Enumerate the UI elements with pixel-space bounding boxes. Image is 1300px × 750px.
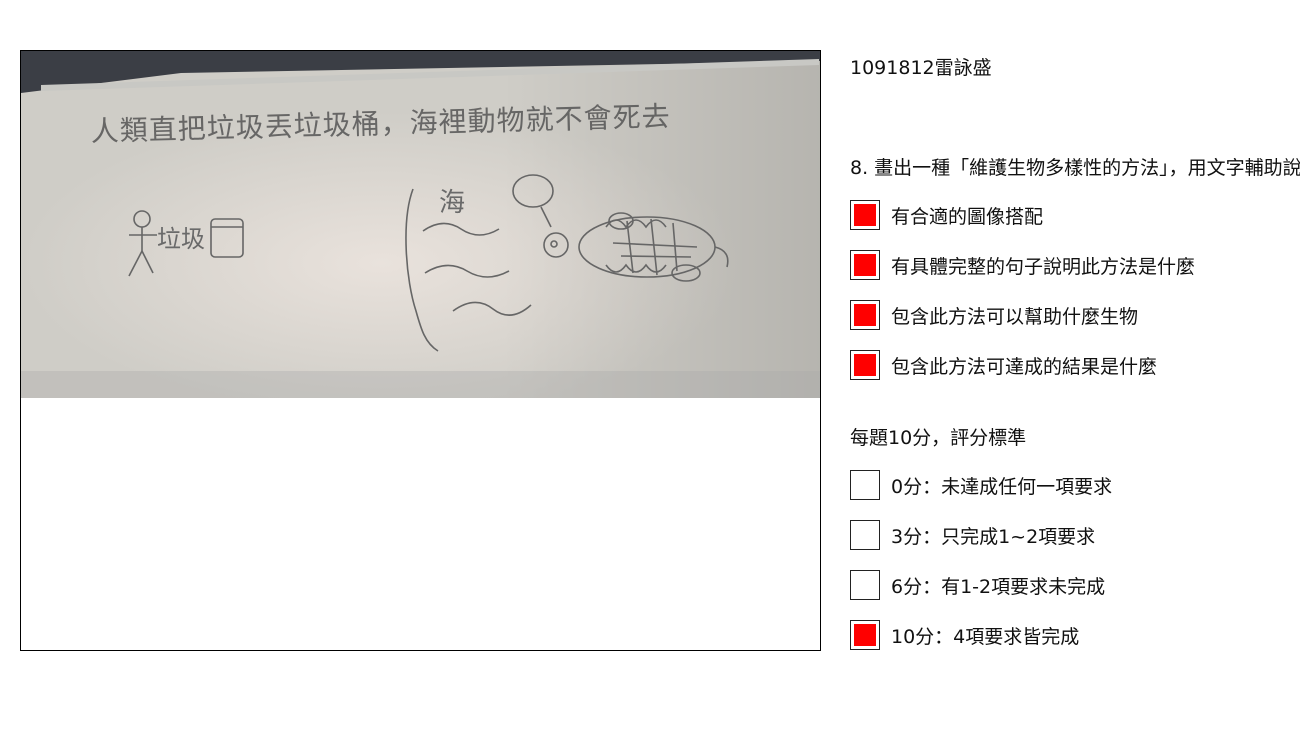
score-option-label: 3分：只完成1~2項要求	[891, 525, 1096, 548]
score-option-10: 10分：4項要求皆完成	[850, 620, 1079, 650]
score-option-label: 6分：有1-2項要求未完成	[891, 575, 1106, 598]
criterion-label: 包含此方法可達成的結果是什麼	[891, 355, 1158, 378]
criterion-row-result: 包含此方法可達成的結果是什麼	[850, 350, 1157, 380]
criterion-label: 包含此方法可以幫助什麼生物	[891, 305, 1139, 328]
grading-panel: 1091812雷詠盛 8. 畫出一種「維護生物多樣性的方法」，用文字輔助說明 有…	[850, 0, 1300, 750]
criterion-row-organism: 包含此方法可以幫助什麼生物	[850, 300, 1138, 330]
criterion-row-sentence: 有具體完整的句子說明此方法是什麼	[850, 250, 1195, 280]
score-option-6: 6分：有1-2項要求未完成	[850, 570, 1105, 600]
criterion-label: 有具體完整的句子說明此方法是什麼	[891, 255, 1196, 278]
criterion-checkbox[interactable]	[850, 200, 880, 230]
question-text: 8. 畫出一種「維護生物多樣性的方法」，用文字輔助說明	[850, 157, 1300, 179]
criterion-label: 有合適的圖像搭配	[891, 205, 1044, 228]
criterion-checkbox[interactable]	[850, 300, 880, 330]
criterion-row-image: 有合適的圖像搭配	[850, 200, 1043, 230]
score-option-0: 0分：未達成任何一項要求	[850, 470, 1112, 500]
student-name: 1091812雷詠盛	[850, 57, 992, 79]
sea-label: 海	[439, 188, 465, 218]
score-checkbox[interactable]	[850, 520, 880, 550]
student-drawing-photo: 人類直把垃圾丟垃圾桶，海裡動物就不會死去 垃圾 海	[21, 51, 820, 398]
criterion-checkbox[interactable]	[850, 350, 880, 380]
score-checkbox[interactable]	[850, 470, 880, 500]
trash-label: 垃圾	[157, 225, 205, 253]
criterion-checkbox[interactable]	[850, 250, 880, 280]
student-drawing-frame: 人類直把垃圾丟垃圾桶，海裡動物就不會死去 垃圾 海	[20, 50, 821, 651]
score-option-3: 3分：只完成1~2項要求	[850, 520, 1095, 550]
score-checkbox[interactable]	[850, 570, 880, 600]
score-checkbox[interactable]	[850, 620, 880, 650]
score-option-label: 0分：未達成任何一項要求	[891, 475, 1113, 498]
scoring-title: 每題10分，評分標準	[850, 427, 1027, 449]
score-option-label: 10分：4項要求皆完成	[891, 625, 1080, 648]
